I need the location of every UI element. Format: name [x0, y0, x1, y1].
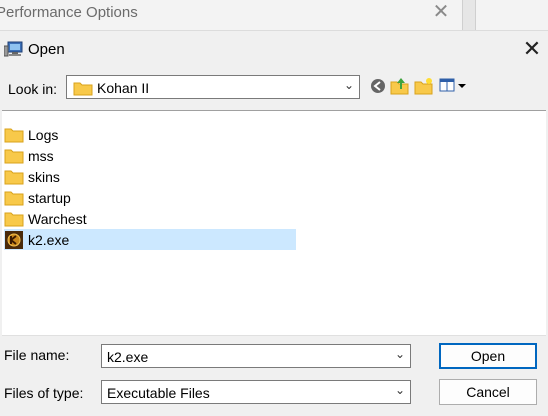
- open-button[interactable]: Open: [439, 343, 537, 369]
- folder-icon: [4, 126, 24, 144]
- look-in-value: Kohan II: [97, 80, 150, 96]
- chevron-down-icon[interactable]: ⌄: [395, 347, 405, 361]
- file-list[interactable]: Logs mss skins startup Warchest k2.exe: [2, 110, 546, 336]
- file-name-value: k2.exe: [107, 349, 149, 365]
- view-menu-icon[interactable]: [438, 76, 468, 96]
- background-window-scrollbar[interactable]: [462, 0, 476, 30]
- file-name-label: File name:: [4, 347, 70, 363]
- list-item-mss[interactable]: mss: [4, 145, 296, 166]
- chevron-down-icon[interactable]: ⌄: [344, 78, 354, 92]
- up-folder-icon[interactable]: [390, 76, 410, 96]
- dialog-title: Open: [28, 41, 65, 58]
- chevron-down-icon[interactable]: ⌄: [395, 383, 405, 397]
- list-item-label: Logs: [28, 126, 59, 143]
- background-window-close-icon[interactable]: ✕: [430, 0, 452, 24]
- list-item-skins[interactable]: skins: [4, 166, 296, 187]
- list-item-label: Warchest: [28, 210, 87, 227]
- list-item-label: startup: [28, 189, 71, 206]
- files-of-type-value: Executable Files: [107, 385, 210, 401]
- list-item-label: mss: [28, 147, 54, 164]
- background-window-title: Performance Options: [0, 4, 138, 21]
- list-item-logs[interactable]: Logs: [4, 124, 296, 145]
- computer-icon: [4, 41, 23, 57]
- folder-icon: [4, 168, 24, 186]
- folder-icon: [4, 147, 24, 165]
- cancel-button[interactable]: Cancel: [439, 379, 537, 405]
- look-in-dropdown[interactable]: Kohan II ⌄: [66, 75, 360, 99]
- new-folder-icon[interactable]: [414, 76, 434, 96]
- file-name-field[interactable]: k2.exe ⌄: [101, 344, 411, 368]
- folder-icon: [4, 210, 24, 228]
- close-icon[interactable]: ✕: [520, 37, 544, 61]
- list-item-label: skins: [28, 168, 60, 185]
- files-of-type-dropdown[interactable]: Executable Files ⌄: [101, 380, 411, 404]
- background-window-titlebar: Performance Options ✕: [0, 0, 548, 31]
- list-item-k2-exe[interactable]: k2.exe: [4, 229, 296, 250]
- files-of-type-label: Files of type:: [4, 385, 84, 401]
- look-in-label: Look in:: [8, 81, 58, 97]
- list-item-startup[interactable]: startup: [4, 187, 296, 208]
- open-dialog: Open ✕ Look in: Kohan II ⌄ Logs mss skin…: [0, 31, 548, 416]
- back-arrow-icon[interactable]: [368, 76, 388, 96]
- k2-game-icon: [4, 230, 24, 249]
- list-item-label: k2.exe: [28, 231, 70, 248]
- folder-icon: [4, 189, 24, 207]
- list-item-warchest[interactable]: Warchest: [4, 208, 296, 229]
- folder-icon: [73, 82, 93, 96]
